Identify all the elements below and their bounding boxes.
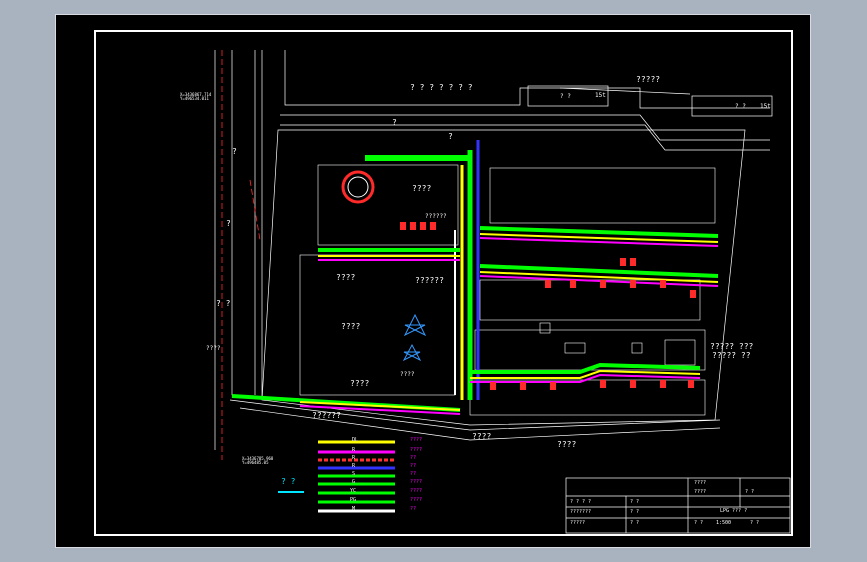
legend-desc-dl: ???? xyxy=(410,437,423,443)
top-road-edge xyxy=(284,50,770,109)
stall xyxy=(550,382,556,390)
stall xyxy=(400,222,406,230)
stall xyxy=(420,222,426,230)
legend-desc-g: ???? xyxy=(410,479,423,485)
legend-code-g: G xyxy=(352,479,356,485)
top-road-edge-3 xyxy=(280,124,770,151)
bottom-gate-label: ???? xyxy=(472,432,492,441)
plot-b-label: ? ? xyxy=(735,103,746,110)
stall xyxy=(545,280,551,288)
road-q-top: ? xyxy=(392,118,397,127)
building-main-label: ???? xyxy=(412,184,432,193)
left-road-q3: ? ? xyxy=(216,299,231,308)
title-block-r2c4: ? ? xyxy=(745,489,755,495)
title-block-r4c2: 1:500 xyxy=(716,520,732,526)
stall xyxy=(660,280,666,288)
legend-code-r1: R xyxy=(352,447,356,453)
plot-dim-line xyxy=(559,87,691,95)
title-block-r1c3: ???? xyxy=(694,480,707,486)
legend-desc-r3: ?? xyxy=(410,463,417,469)
tank-inner xyxy=(347,176,369,198)
road-q-mid: ? xyxy=(448,132,453,141)
building-right-note2: ????? ?? xyxy=(712,351,751,360)
small-box-2 xyxy=(631,342,643,354)
top-road-label: ? ? ? ? ? ? ? xyxy=(410,83,473,92)
title-block-r2c2: ? ? xyxy=(630,509,640,515)
stall xyxy=(490,382,496,390)
legend-code-pg: PG xyxy=(350,497,357,503)
legend-code-dl: DL xyxy=(352,437,359,443)
legend-desc-yc: ???? xyxy=(410,488,423,494)
building-left-label: ???? xyxy=(336,273,356,282)
building-bottom2-label: ???? xyxy=(400,371,415,378)
stall xyxy=(620,258,626,266)
stall xyxy=(570,280,576,288)
building-right-top xyxy=(489,167,716,224)
building-bottom-label: ???? xyxy=(350,379,370,388)
legend-desc-s: ?? xyxy=(410,471,417,477)
title-block-r4c1: ? ? xyxy=(694,520,704,526)
legend-desc-pg: ???? xyxy=(410,497,423,503)
legend-code-yc: YC xyxy=(350,488,357,494)
legend-code-r3: R xyxy=(352,463,356,469)
stall xyxy=(630,280,636,288)
small-box-3 xyxy=(664,339,696,366)
title-block-r1c2: ? ? xyxy=(630,499,640,505)
left-road-edge-2 xyxy=(231,50,241,399)
legend-code-r2: R xyxy=(352,455,356,461)
stall xyxy=(690,290,696,298)
stall xyxy=(688,380,694,388)
left-road-q1: ? xyxy=(232,147,237,156)
stall xyxy=(600,380,606,388)
title-block-r2c1: ??????? xyxy=(570,509,592,515)
pipe-magenta-right-1 xyxy=(479,237,719,247)
building-left2-label: ???? xyxy=(341,322,361,331)
coord-top-label: X=3436867.714 Y=496534.011 xyxy=(180,92,212,101)
coord-mid-label: ???? xyxy=(206,345,221,352)
title-block-r1c1: ? ? ? ? xyxy=(570,499,592,505)
legend-desc-r2: ?? xyxy=(410,455,417,461)
legend-title: ? ? xyxy=(281,477,296,486)
bottom-strip-label: ?????? xyxy=(312,411,341,420)
building-right-bottom xyxy=(469,379,706,416)
plot-note-a: 15t xyxy=(595,92,606,99)
legend-code-m: M xyxy=(352,506,356,512)
star-marker-2 xyxy=(402,343,422,362)
plot-a-label: ? ? xyxy=(560,93,571,100)
small-box-1 xyxy=(539,322,551,334)
legend-desc-m: ?? xyxy=(410,506,417,512)
stall xyxy=(430,222,436,230)
stall xyxy=(410,222,416,230)
building-right-mid xyxy=(479,279,701,321)
stall xyxy=(600,280,606,288)
building-right-lower xyxy=(474,329,706,371)
legend-desc-r1: ???? xyxy=(410,447,423,453)
building-mid-label: ?????? xyxy=(415,276,444,285)
legend-lines xyxy=(278,440,395,513)
building-small-label: ?????? xyxy=(425,213,447,220)
stall xyxy=(520,382,526,390)
coord-bottom-label: X=3436785.968 Y=496485.05 xyxy=(242,456,274,465)
left-road-q2: ? xyxy=(226,219,231,228)
pipe-green-right-3 xyxy=(470,362,701,374)
title-block-r3c3: LPG ??? ? xyxy=(720,508,748,514)
top-road-edge-2 xyxy=(280,114,770,141)
title-block-r3c1: ????? xyxy=(570,520,586,526)
legend-code-s: S xyxy=(352,471,356,477)
title-block-r4c3: ? ? xyxy=(750,520,760,526)
stall xyxy=(660,380,666,388)
small-box-4 xyxy=(564,342,586,354)
star-marker xyxy=(403,313,427,337)
building-right-note: ????? ??? xyxy=(710,342,754,351)
building-main-left xyxy=(317,164,459,246)
stall xyxy=(630,258,636,266)
top-right-label: ????? xyxy=(636,75,661,84)
stall xyxy=(630,380,636,388)
bottom-road-label: ???? xyxy=(557,440,577,449)
title-block-r2c3: ???? xyxy=(694,489,707,495)
title-block-r3c2: ? ? xyxy=(630,520,640,526)
plot-note-b: 15t xyxy=(760,103,771,110)
